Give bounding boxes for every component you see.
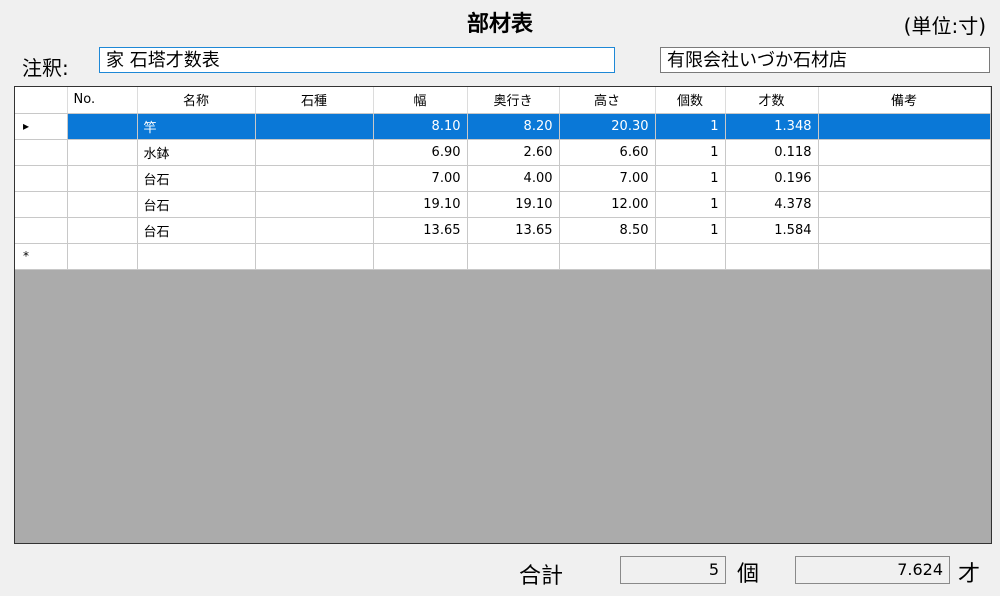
col-header-rowhead [15, 87, 68, 114]
cell-name[interactable]: 台石 [137, 165, 256, 192]
table-row[interactable]: 水鉢 6.90 2.60 6.60 1 0.118 [15, 139, 991, 166]
row-header[interactable] [15, 217, 68, 244]
cell-sai[interactable]: 1.348 [725, 113, 819, 140]
parts-table: No. 名称 石種 幅 奥行き 高さ 個数 才数 備考 ▸ 竿 8.10 8.2… [15, 87, 991, 270]
cell-sai[interactable] [725, 243, 819, 270]
col-header-height[interactable]: 高さ [559, 87, 656, 114]
cell-count[interactable]: 1 [655, 217, 726, 244]
cell-remarks[interactable] [818, 113, 991, 140]
cell-width[interactable]: 7.00 [373, 165, 468, 192]
cell-depth[interactable]: 8.20 [467, 113, 560, 140]
cell-name[interactable]: 台石 [137, 191, 256, 218]
table-row[interactable]: 台石 7.00 4.00 7.00 1 0.196 [15, 165, 991, 192]
cell-depth[interactable]: 13.65 [467, 217, 560, 244]
cell-no[interactable] [67, 139, 138, 166]
page-title: 部材表 [466, 12, 533, 37]
cell-stone[interactable] [255, 113, 374, 140]
header-row: No. 名称 石種 幅 奥行き 高さ 個数 才数 備考 [15, 87, 991, 114]
cell-stone[interactable] [255, 217, 374, 244]
new-row[interactable]: * [15, 243, 991, 270]
cell-height[interactable] [559, 243, 656, 270]
cell-count[interactable]: 1 [655, 191, 726, 218]
cell-depth[interactable]: 4.00 [467, 165, 560, 192]
cell-sai[interactable]: 1.584 [725, 217, 819, 244]
cell-sai[interactable]: 4.378 [725, 191, 819, 218]
cell-width[interactable]: 6.90 [373, 139, 468, 166]
parts-grid[interactable]: No. 名称 石種 幅 奥行き 高さ 個数 才数 備考 ▸ 竿 8.10 8.2… [14, 86, 992, 544]
cell-width[interactable]: 13.65 [373, 217, 468, 244]
cell-remarks[interactable] [818, 191, 991, 218]
cell-count[interactable]: 1 [655, 165, 726, 192]
cell-depth[interactable] [467, 243, 560, 270]
cell-stone[interactable] [255, 191, 374, 218]
cell-width[interactable]: 8.10 [373, 113, 468, 140]
cell-sai[interactable]: 0.118 [725, 139, 819, 166]
table-row[interactable]: ▸ 竿 8.10 8.20 20.30 1 1.348 [15, 113, 991, 140]
cell-remarks[interactable] [818, 217, 991, 244]
cell-height[interactable]: 6.60 [559, 139, 656, 166]
cell-count[interactable] [655, 243, 726, 270]
cell-name[interactable] [137, 243, 256, 270]
cell-name[interactable]: 水鉢 [137, 139, 256, 166]
company-input[interactable]: 有限会社いづか石材店 [660, 47, 990, 73]
current-row-arrow-icon[interactable]: ▸ [15, 113, 68, 140]
col-header-name[interactable]: 名称 [137, 87, 256, 114]
cell-depth[interactable]: 19.10 [467, 191, 560, 218]
new-row-asterisk-icon[interactable]: * [15, 243, 68, 270]
row-header[interactable] [15, 139, 68, 166]
table-row[interactable]: 台石 13.65 13.65 8.50 1 1.584 [15, 217, 991, 244]
col-header-count[interactable]: 個数 [655, 87, 726, 114]
cell-remarks[interactable] [818, 139, 991, 166]
cell-no[interactable] [67, 113, 138, 140]
cell-depth[interactable]: 2.60 [467, 139, 560, 166]
col-header-no[interactable]: No. [67, 87, 138, 114]
cell-width[interactable]: 19.10 [373, 191, 468, 218]
cell-no[interactable] [67, 191, 138, 218]
unit-label: (単位:寸) [903, 14, 986, 38]
cell-no[interactable] [67, 243, 138, 270]
cell-stone[interactable] [255, 243, 374, 270]
col-header-stone[interactable]: 石種 [255, 87, 374, 114]
col-header-width[interactable]: 幅 [373, 87, 468, 114]
cell-remarks[interactable] [818, 243, 991, 270]
col-header-depth[interactable]: 奥行き [467, 87, 560, 114]
cell-stone[interactable] [255, 139, 374, 166]
cell-no[interactable] [67, 165, 138, 192]
cell-height[interactable]: 12.00 [559, 191, 656, 218]
table-row[interactable]: 台石 19.10 19.10 12.00 1 4.378 [15, 191, 991, 218]
total-sai-field: 7.624 [795, 556, 950, 584]
cell-height[interactable]: 7.00 [559, 165, 656, 192]
cell-stone[interactable] [255, 165, 374, 192]
note-input[interactable]: 家 石塔才数表 [99, 47, 615, 73]
cell-count[interactable]: 1 [655, 113, 726, 140]
cell-name[interactable]: 台石 [137, 217, 256, 244]
cell-name[interactable]: 竿 [137, 113, 256, 140]
cell-height[interactable]: 20.30 [559, 113, 656, 140]
row-header[interactable] [15, 191, 68, 218]
count-unit-label: 個 [737, 562, 760, 587]
cell-remarks[interactable] [818, 165, 991, 192]
row-header[interactable] [15, 165, 68, 192]
cell-height[interactable]: 8.50 [559, 217, 656, 244]
total-label: 合計 [519, 564, 564, 589]
col-header-remarks[interactable]: 備考 [818, 87, 991, 114]
sai-unit-label: 才 [958, 562, 981, 587]
cell-width[interactable] [373, 243, 468, 270]
total-count-field: 5 [620, 556, 726, 584]
col-header-sai[interactable]: 才数 [725, 87, 819, 114]
cell-no[interactable] [67, 217, 138, 244]
cell-sai[interactable]: 0.196 [725, 165, 819, 192]
note-label: 注釈: [22, 56, 69, 80]
cell-count[interactable]: 1 [655, 139, 726, 166]
